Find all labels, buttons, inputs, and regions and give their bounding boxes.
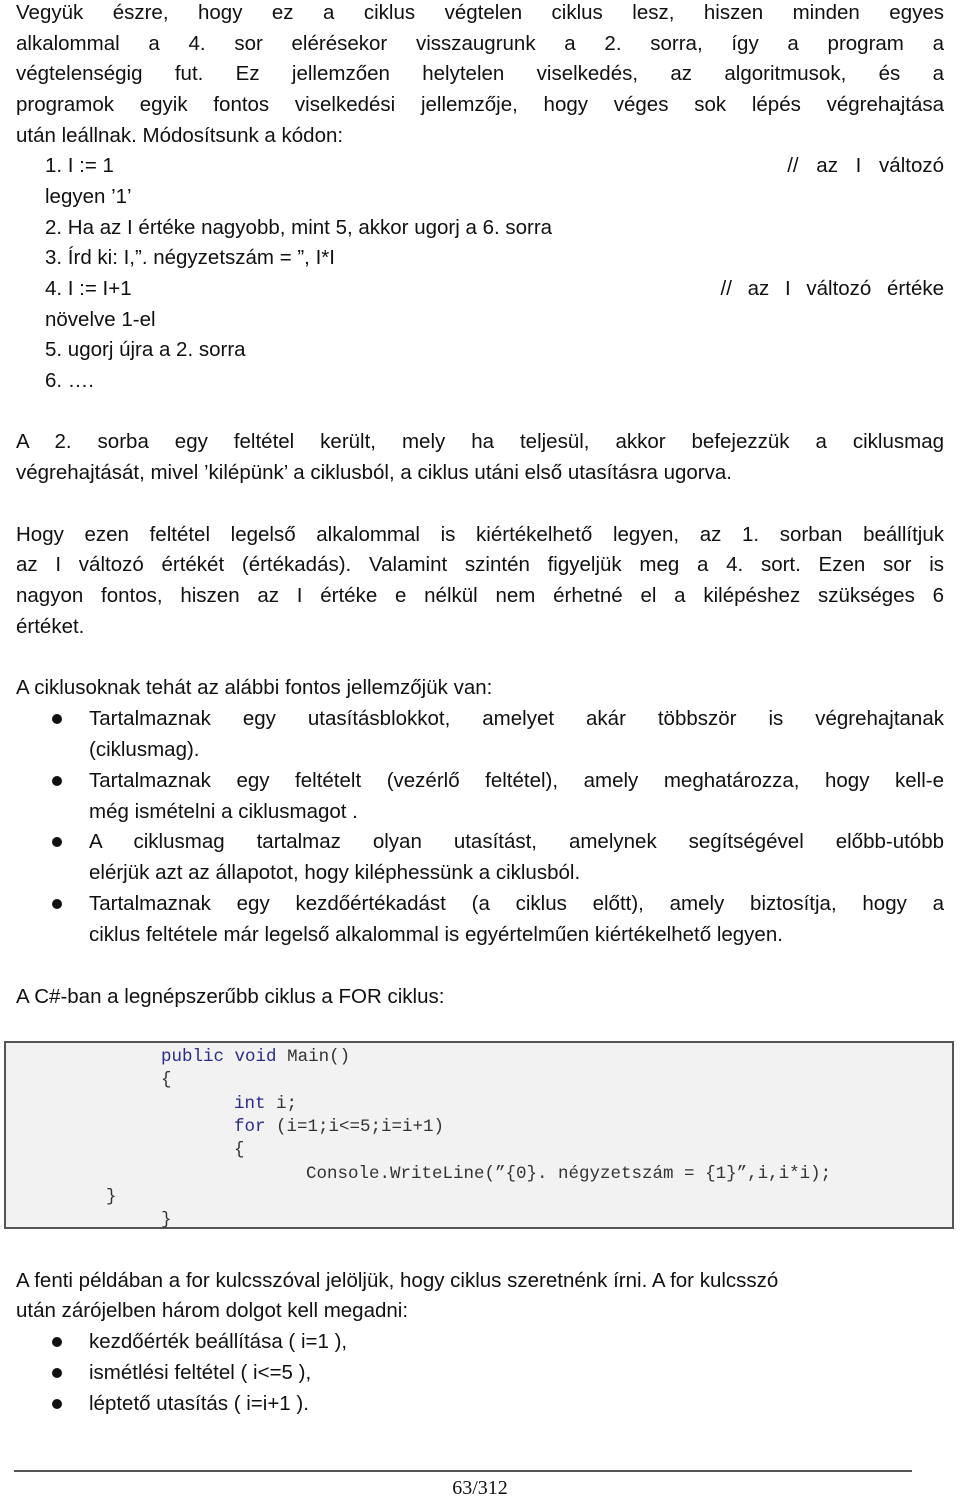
algorithm-comment: // az I változó értéke (720, 277, 944, 300)
code-keyword: int (234, 1094, 266, 1114)
algorithm-step-1-cont: legyen ’1’ (45, 185, 132, 208)
algorithm-step-4-cont: növelve 1-el (45, 308, 156, 331)
algorithm-step-2: 2. Ha az I értéke nagyobb, mint 5, akkor… (45, 216, 553, 239)
algorithm-step-1: 1. I := 1 // az I változó (45, 150, 944, 181)
paragraph-line: végtelenségig fut. Ez jellemzően helytel… (16, 62, 944, 85)
code-block: public void Main() { int i; for (i=1;i<=… (4, 1041, 954, 1230)
paragraph-line: alkalommal a 4. sor elérésekor visszaugr… (16, 32, 944, 55)
paragraph-line: A 2. sorba egy feltétel került, mely ha … (16, 430, 944, 453)
code-text: i; (276, 1094, 298, 1114)
bullet-icon (52, 776, 62, 786)
list-item-cont: elérjük azt az állapotot, hogy kiléphess… (89, 861, 581, 884)
page-number: 63/312 (452, 1477, 508, 1499)
code-keyword: public (161, 1047, 225, 1067)
list-item: Tartalmaznak egy feltételt (vezérlő felt… (89, 769, 944, 792)
list-item-cont: ciklus feltétele már legelső alkalommal … (89, 923, 783, 946)
code-text: Main() (287, 1047, 351, 1067)
bullet-icon (52, 837, 62, 847)
paragraph-line: Hogy ezen feltétel legelső alkalommal is… (16, 523, 944, 546)
paragraph-line: végrehajtását, mivel ’kilépünk’ a ciklus… (16, 461, 732, 484)
algorithm-step-3: 3. Írd ki: I,”. négyzetszám = ”, I*I (45, 246, 335, 269)
list-item: léptető utasítás ( i=i+1 ). (89, 1392, 309, 1415)
paragraph-line: A fenti példában a for kulcsszóval jelöl… (16, 1269, 779, 1292)
for-intro: A C#-ban a legnépszerűbb ciklus a FOR ci… (16, 985, 445, 1008)
code-line: } (106, 1187, 117, 1207)
code-text: (i=1;i<=5;i=i+1) (276, 1117, 445, 1137)
paragraph-line: programok egyik fontos viselkedési jelle… (16, 93, 944, 116)
list-item: ismétlési feltétel ( i<=5 ), (89, 1361, 312, 1384)
list-item: kezdőérték beállítása ( i=1 ), (89, 1330, 348, 1353)
code-keyword: void (234, 1047, 277, 1067)
paragraph-line: Vegyük észre, hogy ez a ciklus végtelen … (16, 1, 944, 24)
algorithm-step-5: 5. ugorj újra a 2. sorra (45, 338, 246, 361)
algorithm-step-4: 4. I := I+1 // az I változó értéke (45, 273, 944, 304)
algorithm-comment: // az I változó (787, 154, 944, 177)
list-item: Tartalmaznak egy utasításblokkot, amelye… (89, 707, 944, 730)
list-item: A ciklusmag tartalmaz olyan utasítást, a… (89, 830, 944, 853)
code-line: int i; (234, 1093, 297, 1116)
algorithm-code: 4. I := I+1 (45, 277, 132, 300)
bullet-icon (52, 1399, 62, 1409)
algorithm-step-6: 6. …. (45, 369, 94, 392)
list-item-cont: (ciklusmag). (89, 738, 200, 761)
code-line: } (161, 1210, 172, 1230)
code-keyword: for (234, 1117, 266, 1137)
list-intro: A ciklusoknak tehát az alábbi fontos jel… (16, 676, 493, 699)
code-line: { (161, 1070, 172, 1090)
algorithm-code: 1. I := 1 (45, 154, 114, 177)
bullet-icon (52, 1337, 62, 1347)
paragraph-line: után leállnak. Módosítsunk a kódon: (16, 124, 344, 147)
list-item: Tartalmaznak egy kezdőértékadást (a cikl… (89, 892, 944, 915)
code-line: Console.WriteLine(”{0}. négyzetszám = {1… (306, 1164, 832, 1184)
paragraph-line: nagyon fontos, hiszen az I értéke e nélk… (16, 584, 944, 607)
bullet-icon (52, 899, 62, 909)
footer-divider (14, 1470, 912, 1472)
list-item-cont: még ismételni a ciklusmagot . (89, 800, 358, 823)
paragraph-line: után zárójelben három dolgot kell megadn… (16, 1299, 409, 1322)
bullet-icon (52, 714, 62, 724)
paragraph-line: értéket. (16, 615, 85, 638)
code-line: for (i=1;i<=5;i=i+1) (234, 1116, 444, 1139)
code-line: { (234, 1140, 245, 1160)
code-line: public void Main() (161, 1046, 350, 1069)
bullet-icon (52, 1368, 62, 1378)
paragraph-line: az I változó értékét (értékadás). Valami… (16, 553, 944, 576)
